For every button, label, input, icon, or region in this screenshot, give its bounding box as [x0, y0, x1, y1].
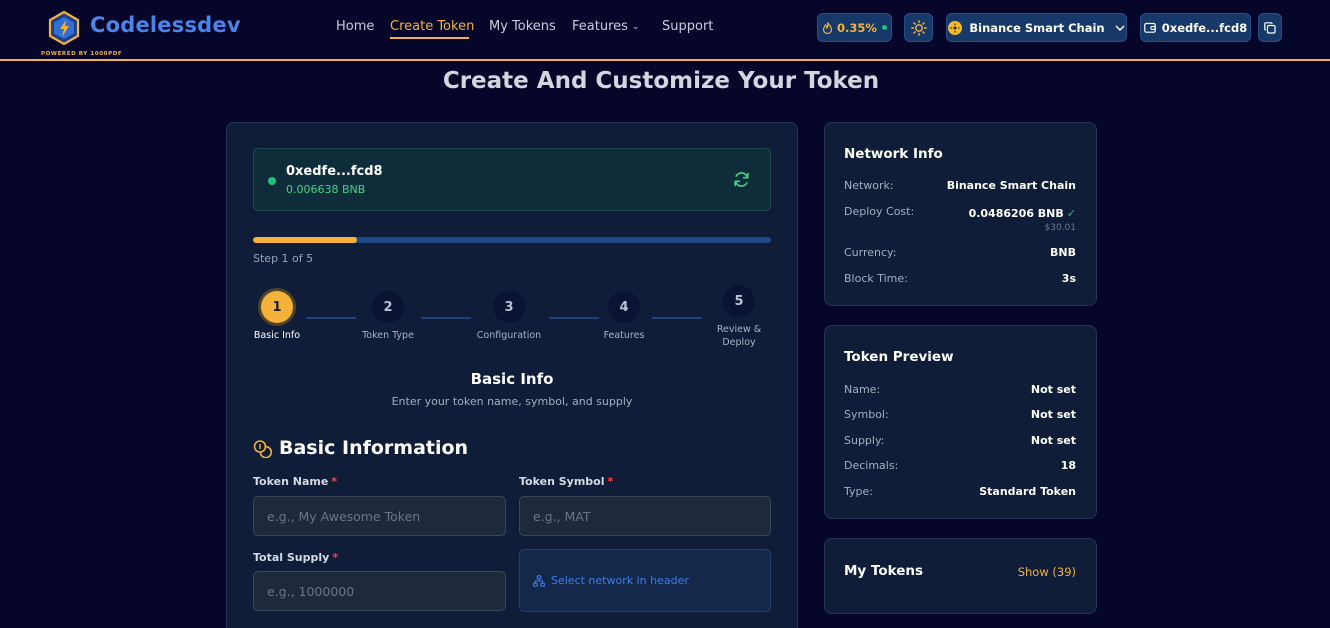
- step-3-label: Configuration: [476, 330, 542, 341]
- network-label: Network:: [844, 179, 894, 192]
- preview-supply-value: Not set: [1030, 434, 1076, 447]
- step-connector: [652, 317, 702, 319]
- gas-button[interactable]: 0.35%: [817, 13, 892, 42]
- preview-symbol-value: Not set: [1030, 408, 1076, 421]
- network-name: Binance Smart Chain: [969, 20, 1105, 35]
- nav-home[interactable]: Home: [336, 19, 374, 34]
- step-counter: Step 1 of 5: [253, 252, 314, 265]
- preview-name-value: Not set: [1030, 383, 1076, 396]
- my-tokens-title: My Tokens: [844, 563, 924, 579]
- step-3-circle[interactable]: 3: [493, 291, 525, 323]
- token-symbol-label-text: Token Symbol: [519, 475, 605, 488]
- logo-icon[interactable]: [46, 10, 82, 46]
- nav-support[interactable]: Support: [662, 19, 713, 34]
- nav-features-label: Features: [572, 19, 628, 34]
- total-supply-input[interactable]: [253, 571, 506, 611]
- token-symbol-label: Token Symbol *: [519, 475, 613, 488]
- block-time-label: Block Time:: [844, 272, 908, 285]
- nav-features[interactable]: Features ⌄: [572, 19, 639, 34]
- step-1-label: Basic Info: [253, 330, 301, 341]
- step-1-circle[interactable]: 1: [261, 291, 293, 323]
- chevron-down-icon: [1115, 25, 1125, 31]
- network-select-button[interactable]: Binance Smart Chain: [946, 13, 1127, 42]
- bnb-icon: [948, 20, 963, 35]
- currency-value: BNB: [1050, 246, 1076, 259]
- deploy-cost-label: Deploy Cost:: [844, 205, 915, 218]
- preview-decimals-value: 18: [1060, 459, 1076, 472]
- network-value: Binance Smart Chain: [946, 179, 1076, 192]
- brand-name[interactable]: Codelessdev: [90, 13, 241, 37]
- network-hint-text: Select network in header: [551, 574, 689, 587]
- nav-my-tokens[interactable]: My Tokens: [489, 19, 556, 34]
- step-connector: [421, 317, 471, 319]
- preview-type-value: Standard Token: [979, 485, 1076, 498]
- deploy-cost-amount: 0.0486206 BNB: [968, 207, 1064, 220]
- preview-type-label: Type:: [844, 485, 873, 498]
- preview-symbol-label: Symbol:: [844, 408, 889, 421]
- wallet-icon: [1143, 22, 1156, 33]
- step-2-label: Token Type: [362, 330, 414, 341]
- show-tokens-link[interactable]: Show (39): [1018, 565, 1076, 579]
- wallet-button[interactable]: 0xedfe...fcd8: [1140, 13, 1251, 42]
- powered-by: POWERED BY 1000PDF: [41, 51, 123, 57]
- gas-value: 0.35%: [837, 20, 877, 35]
- wallet-box-address: 0xedfe...fcd8: [286, 164, 383, 179]
- required-marker: *: [332, 551, 339, 564]
- my-tokens-card: My Tokens Show (39): [824, 538, 1097, 614]
- currency-label: Currency:: [844, 246, 897, 259]
- connected-wallet-box: 0xedfe...fcd8 0.006638 BNB: [253, 148, 771, 211]
- sun-icon: [910, 19, 927, 36]
- network-info-title: Network Info: [844, 146, 943, 162]
- token-name-input[interactable]: [253, 496, 506, 536]
- basic-information-title: Basic Information: [279, 437, 469, 459]
- total-supply-label-text: Total Supply: [253, 551, 330, 564]
- page-title: Create And Customize Your Token: [442, 68, 880, 94]
- refresh-icon[interactable]: [733, 171, 750, 188]
- wallet-address: 0xedfe...fcd8: [1161, 20, 1248, 35]
- gas-status-dot: [881, 25, 887, 30]
- network-info-card: Network Info Network: Binance Smart Chai…: [824, 122, 1097, 306]
- wizard-progress-fill: [253, 237, 357, 243]
- preview-supply-label: Supply:: [844, 434, 885, 447]
- top-header: Codelessdev POWERED BY 1000PDF Home Crea…: [0, 0, 1330, 61]
- copy-icon: [1264, 21, 1276, 34]
- token-preview-card: Token Preview Name: Not set Symbol: Not …: [824, 325, 1097, 519]
- copy-address-button[interactable]: [1258, 13, 1282, 42]
- step-4-label: Features: [603, 330, 645, 341]
- required-marker: *: [331, 475, 338, 488]
- token-wizard-card: 0xedfe...fcd8 0.006638 BNB Step 1 of 5 1…: [226, 122, 798, 628]
- nav-active-underline: [390, 37, 469, 39]
- deploy-cost-value: 0.0486206 BNB ✓: [969, 207, 1076, 220]
- token-name-label: Token Name *: [253, 475, 337, 488]
- step-2-circle[interactable]: 2: [372, 291, 404, 323]
- preview-decimals-label: Decimals:: [844, 459, 899, 472]
- step-5-circle[interactable]: 5: [723, 285, 755, 317]
- step-4-circle[interactable]: 4: [608, 291, 640, 323]
- wizard-progress-bar: [253, 237, 771, 243]
- chevron-down-icon: ⌄: [631, 22, 640, 32]
- preview-name-label: Name:: [844, 383, 881, 396]
- token-name-label-text: Token Name: [253, 475, 329, 488]
- basic-information-heading: Basic Information: [253, 437, 468, 459]
- step-connector: [549, 317, 599, 319]
- network-hint-box[interactable]: Select network in header: [519, 549, 771, 612]
- step-section-subtitle: Enter your token name, symbol, and suppl…: [391, 395, 633, 408]
- token-symbol-input[interactable]: [519, 496, 771, 536]
- gas-icon: [822, 21, 833, 34]
- total-supply-label: Total Supply *: [253, 551, 338, 564]
- step-connector: [306, 317, 356, 319]
- check-icon: ✓: [1066, 207, 1076, 220]
- theme-toggle-button[interactable]: [904, 13, 933, 42]
- step-5-label: Review & Deploy: [716, 324, 762, 348]
- connection-status-dot: [268, 177, 276, 185]
- wallet-box-balance: 0.006638 BNB: [286, 183, 366, 196]
- required-marker: *: [607, 475, 614, 488]
- nav-create-token[interactable]: Create Token: [390, 19, 474, 34]
- token-preview-title: Token Preview: [844, 349, 954, 365]
- deploy-cost-usd: $30.01: [1044, 223, 1077, 233]
- block-time-value: 3s: [1061, 272, 1076, 285]
- network-icon: [533, 574, 545, 587]
- coins-icon: [253, 439, 272, 458]
- step-section-title: Basic Info: [470, 370, 554, 388]
